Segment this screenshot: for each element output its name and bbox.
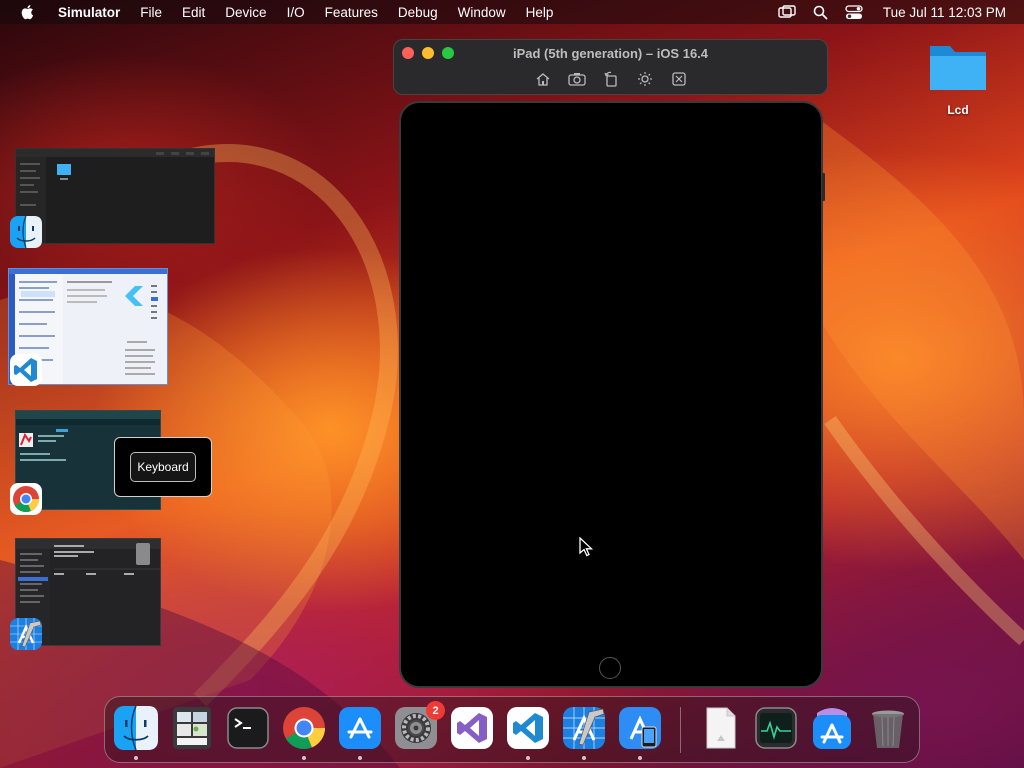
chrome-icon[interactable] [9,482,43,516]
desktop-folder[interactable]: Lcd [926,38,990,117]
dock-app-store-downloads-icon[interactable] [809,705,855,751]
apple-icon[interactable] [20,3,36,21]
menubar-clock[interactable]: Tue Jul 11 12:03 PM [883,5,1006,20]
menu-app-name[interactable]: Simulator [58,5,120,20]
dock-visual-studio-icon[interactable] [449,705,495,751]
dock-document-icon[interactable] [697,705,743,751]
dock-vscode-icon[interactable] [505,705,551,751]
ipad-home-button[interactable] [599,657,621,679]
dock-gallery-icon[interactable] [169,705,215,751]
dock-xcode-icon[interactable] [561,705,607,751]
dock-running-indicator [526,756,530,760]
dock-separator [680,707,681,753]
simulator-toolbar [394,70,827,88]
window-title: iPad (5th generation) – iOS 16.4 [512,46,709,61]
spotlight-search-icon[interactable] [813,5,828,20]
menu-debug[interactable]: Debug [398,5,438,20]
folder-label: Lcd [947,103,969,117]
control-center-icon[interactable] [845,4,863,20]
mouse-pointer-icon [579,536,594,562]
menu-device[interactable]: Device [225,5,266,20]
appearance-icon[interactable] [628,70,662,88]
dock: 2 [104,696,920,763]
dock-activity-monitor-icon[interactable] [753,705,799,751]
dock-terminal-icon[interactable] [225,705,271,751]
notification-badge: 2 [426,701,445,720]
dock-trash-icon[interactable] [865,705,911,751]
menu-window[interactable]: Window [458,5,506,20]
dock-chrome-icon[interactable] [281,705,327,751]
vscode-icon[interactable] [9,353,43,387]
shake-icon[interactable] [662,70,696,88]
ipad-side-button [822,173,825,201]
ipad-screen[interactable] [399,101,825,688]
dock-running-indicator [358,756,362,760]
menu-features[interactable]: Features [325,5,378,20]
dock-simulator-icon[interactable] [617,705,663,751]
home-icon[interactable] [526,70,560,88]
folder-icon [926,46,990,100]
menu-help[interactable]: Help [526,5,554,20]
menu-file[interactable]: File [140,5,162,20]
dock-running-indicator [134,756,138,760]
xcode-icon[interactable] [9,617,43,651]
menu-edit[interactable]: Edit [182,5,205,20]
dock-finder-icon[interactable] [113,705,159,751]
keyboard-tooltip: Keyboard [114,437,212,497]
dock-app-store-icon[interactable] [337,705,383,751]
menu-io[interactable]: I/O [287,5,305,20]
keyboard-label: Keyboard [130,452,196,482]
dock-running-indicator [302,756,306,760]
simulator-window-titlebar[interactable]: iPad (5th generation) – iOS 16.4 [393,39,828,95]
finder-preview-content [16,149,214,243]
dock-running-indicator [582,756,586,760]
rotate-icon[interactable] [594,70,628,88]
dock-system-settings-icon[interactable]: 2 [393,701,445,751]
menu-bar: Simulator File Edit Device I/O Features … [0,0,1024,24]
finder-window-preview[interactable] [15,148,215,244]
screen-mirroring-icon[interactable] [778,5,796,19]
finder-icon[interactable] [9,215,43,249]
dock-running-indicator [638,756,642,760]
screenshot-icon[interactable] [560,70,594,88]
